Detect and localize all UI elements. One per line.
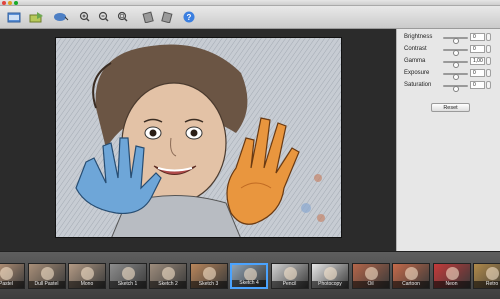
gamma-field[interactable]: 1,00	[470, 57, 485, 65]
contrast-slider[interactable]	[443, 49, 468, 56]
filter-thumb-preview	[40, 267, 54, 280]
filter-thumb-label: Sketch 3	[190, 281, 227, 288]
rotate-right-icon	[161, 11, 173, 23]
filter-thumb-preview	[486, 267, 499, 280]
filter-thumb-sketch-1[interactable]: Sketch 1	[108, 263, 147, 289]
filter-thumb-retro[interactable]: Retro	[473, 263, 500, 289]
adjustments-panel: Brightness 0 Contrast 0 Gamma 1,00 Expos…	[396, 29, 500, 251]
filter-thumb-label: Dull Pastel	[28, 281, 65, 288]
filter-thumb-pencil[interactable]: Pencil	[270, 263, 309, 289]
exposure-row: Exposure 0	[397, 69, 500, 80]
filter-thumb-photocopy[interactable]: Photocopy	[311, 263, 349, 289]
zoom-fit-icon	[117, 11, 128, 22]
filter-thumb-preview	[121, 267, 135, 280]
contrast-stepper[interactable]	[486, 45, 491, 53]
filter-thumb-preview	[405, 267, 418, 280]
zoom-in-button[interactable]	[78, 9, 91, 25]
gamma-row: Gamma 1,00	[397, 57, 500, 68]
photo-image	[56, 38, 341, 237]
filter-thumb-preview	[0, 267, 13, 280]
contrast-slider-knob[interactable]	[452, 50, 459, 56]
filter-thumb-preview	[324, 267, 337, 280]
filter-thumb-cartoon[interactable]: Cartoon	[392, 263, 430, 289]
minimize-window-button[interactable]	[8, 1, 12, 5]
zoom-fit-button[interactable]	[116, 9, 129, 25]
contrast-field[interactable]: 0	[470, 45, 485, 53]
filter-thumb-neon[interactable]: Neon	[432, 263, 471, 289]
toolbar: ?	[0, 6, 500, 29]
filter-thumb-label: Sketch 2	[150, 281, 186, 288]
filter-thumb-label: Sketch 4	[232, 280, 266, 287]
exposure-field[interactable]: 0	[470, 69, 485, 77]
rotate-right-button[interactable]	[160, 9, 175, 25]
exposure-stepper[interactable]	[486, 69, 491, 77]
filter-thumb-label: Mono	[69, 281, 105, 288]
filter-thumb-sketch-2[interactable]: Sketch 2	[149, 263, 187, 289]
close-window-button[interactable]	[2, 1, 6, 5]
zoom-out-button[interactable]	[97, 9, 110, 25]
help-button[interactable]: ?	[182, 9, 195, 25]
exposure-label: Exposure	[404, 70, 430, 76]
filter-thumb-dull-pastel[interactable]: Dull Pastel	[27, 263, 66, 289]
filter-thumb-preview	[445, 267, 459, 280]
help-icon: ?	[183, 11, 194, 23]
filter-thumb-mono[interactable]: Mono	[68, 263, 106, 289]
filter-thumb-label: Retro	[474, 281, 500, 288]
filter-thumb-sketch-3[interactable]: Sketch 3	[189, 263, 228, 289]
reset-button[interactable]: Reset	[431, 103, 470, 112]
open-image-button[interactable]	[6, 9, 22, 25]
brightness-slider-knob[interactable]	[452, 38, 459, 44]
filter-thumb-preview	[202, 267, 216, 280]
filter-thumb-label: Oil	[352, 281, 389, 288]
contrast-row: Contrast 0	[397, 45, 500, 56]
saturation-slider[interactable]	[443, 85, 468, 92]
filter-thumb-preview	[162, 267, 175, 280]
rotate-left-icon	[142, 11, 154, 23]
brightness-stepper[interactable]	[486, 33, 491, 41]
svg-text:?: ?	[186, 13, 191, 22]
contrast-label: Contrast	[404, 46, 427, 52]
brightness-row: Brightness 0	[397, 33, 500, 44]
saturation-slider-knob[interactable]	[452, 86, 459, 92]
brightness-slider[interactable]	[443, 37, 468, 44]
export-icon	[29, 12, 43, 23]
zoom-out-icon	[98, 11, 109, 22]
filter-thumb-label: Cartoon	[393, 281, 429, 288]
share-icon	[54, 13, 69, 21]
filter-thumb-preview	[81, 267, 94, 280]
filter-thumb-label: Pencil	[271, 281, 308, 288]
filter-thumb-pastel[interactable]: Pastel	[0, 263, 25, 289]
gamma-stepper[interactable]	[486, 57, 491, 65]
image-canvas[interactable]	[0, 29, 396, 251]
exposure-slider[interactable]	[443, 73, 468, 80]
brightness-field[interactable]: 0	[470, 33, 485, 41]
filter-thumb-label: Pastel	[0, 281, 24, 288]
filter-strip: Pastel Dull Pastel Mono Sketch 1 Sketch 2 Ske…	[0, 251, 500, 299]
saturation-label: Saturation	[404, 82, 432, 88]
saturation-field[interactable]: 0	[470, 81, 485, 89]
share-button[interactable]	[52, 9, 70, 25]
zoom-window-button[interactable]	[14, 1, 18, 5]
gamma-slider-knob[interactable]	[452, 62, 459, 68]
filter-thumb-sketch-4[interactable]: Sketch 4	[230, 263, 268, 289]
open-image-icon	[7, 12, 21, 23]
rotate-left-button[interactable]	[140, 9, 155, 25]
saturation-row: Saturation 0	[397, 81, 500, 92]
gamma-slider[interactable]	[443, 61, 468, 68]
filter-thumb-label: Sketch 1	[109, 281, 146, 288]
export-button[interactable]	[28, 9, 46, 25]
sketch-photo	[55, 37, 342, 238]
brightness-label: Brightness	[404, 34, 433, 40]
filter-thumb-preview	[283, 267, 297, 280]
filter-thumb-label: Neon	[433, 281, 470, 288]
filter-thumb-oil[interactable]: Oil	[351, 263, 390, 289]
filter-thumb-label: Photocopy	[312, 281, 348, 288]
filter-thumb-preview	[364, 267, 378, 280]
saturation-stepper[interactable]	[486, 81, 491, 89]
exposure-slider-knob[interactable]	[452, 74, 459, 80]
gamma-label: Gamma	[404, 58, 426, 64]
zoom-in-icon	[79, 11, 90, 22]
